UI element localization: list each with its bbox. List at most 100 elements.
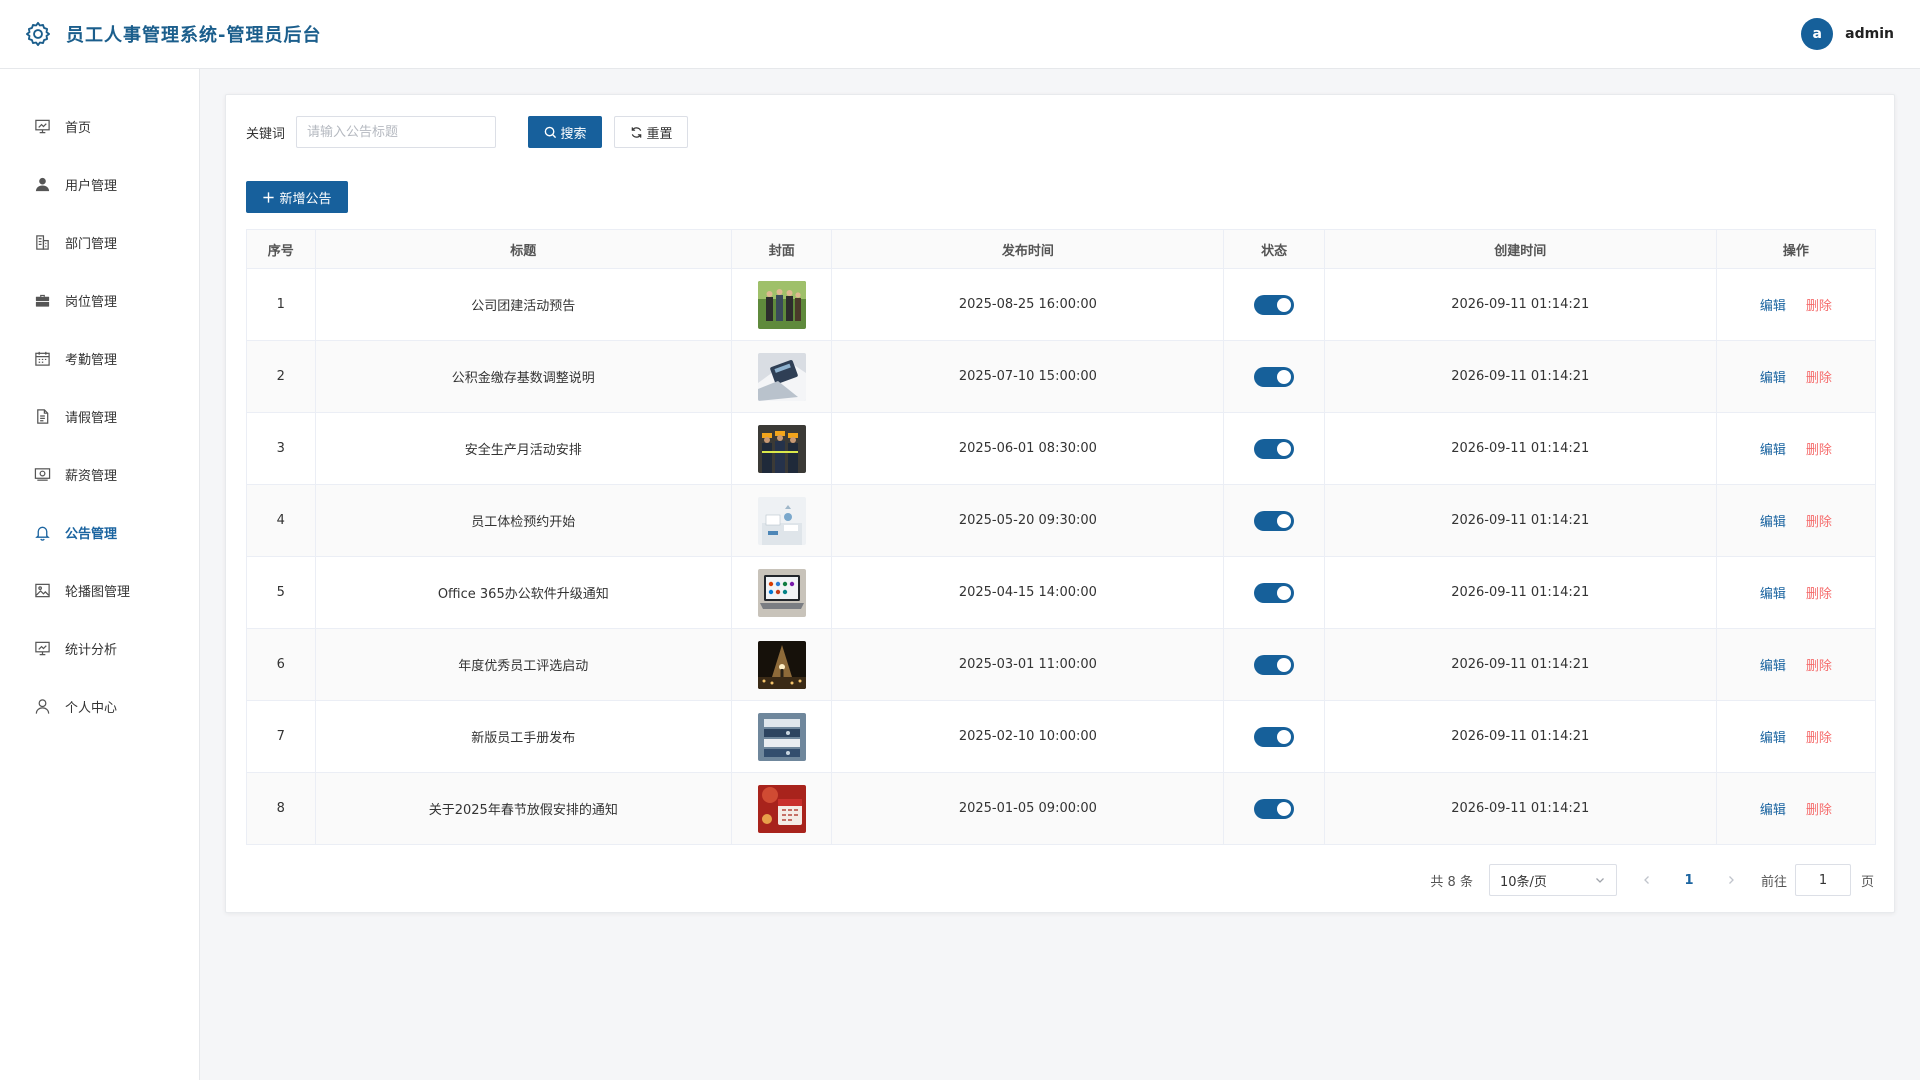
refresh-icon [631, 126, 641, 138]
table-row: 3 安全生产月活动安排 2025-06-01 08:30:00 2026-09-… [246, 412, 1877, 485]
status-toggle[interactable] [1254, 294, 1295, 315]
edit-link[interactable]: 编辑 [1760, 367, 1786, 386]
cell-index: 3 [246, 412, 316, 485]
sidebar-item-label: 公告管理 [65, 526, 118, 542]
status-toggle[interactable] [1254, 654, 1295, 675]
money-icon [34, 467, 51, 481]
edit-link[interactable]: 编辑 [1760, 511, 1786, 530]
calendar-icon [35, 351, 50, 366]
cover-image[interactable] [757, 784, 806, 833]
table-row: 1 公司团建活动预告 2025-08-25 16:00:00 2026-09-1… [246, 268, 1877, 341]
sidebar-item-carousel[interactable]: 轮播图管理 [0, 561, 199, 619]
plus-icon [263, 191, 275, 203]
edit-link[interactable]: 编辑 [1760, 799, 1786, 818]
user-menu[interactable]: a admin [1801, 18, 1894, 50]
delete-link[interactable]: 删除 [1806, 799, 1832, 818]
document-icon [37, 408, 49, 424]
cover-image[interactable] [757, 352, 806, 401]
sidebar-item-home[interactable]: 首页 [0, 97, 199, 155]
reset-button[interactable]: 重置 [614, 116, 689, 148]
top-header: 员工人事管理系统-管理员后台 a admin [0, 0, 1920, 69]
building-icon [36, 234, 49, 250]
sidebar-item-positions[interactable]: 岗位管理 [0, 271, 199, 329]
delete-link[interactable]: 删除 [1806, 727, 1832, 746]
sidebar-item-departments[interactable]: 部门管理 [0, 213, 199, 271]
username[interactable]: admin [1845, 26, 1894, 42]
sidebar-item-salary[interactable]: 薪资管理 [0, 445, 199, 503]
cell-title: Office 365办公软件升级通知 [314, 556, 733, 629]
cell-publish-time: 2025-06-01 08:30:00 [831, 412, 1225, 485]
sidebar-item-profile[interactable]: 个人中心 [0, 677, 199, 735]
cover-image[interactable] [757, 280, 806, 329]
presentation-icon [35, 641, 50, 655]
col-cover: 封面 [730, 229, 833, 269]
dashboard-icon [35, 119, 50, 133]
edit-link[interactable]: 编辑 [1760, 727, 1786, 746]
keyword-label: 关键词 [246, 126, 286, 142]
sidebar: 首页 用户管理 部门管理 岗位管理 考勤管理 请假管理 薪资管理 公告管理 轮播… [0, 69, 200, 1080]
goto-label: 前往 [1760, 874, 1787, 890]
cell-created-time: 2026-09-11 01:14:21 [1323, 340, 1717, 413]
delete-link[interactable]: 删除 [1806, 439, 1832, 458]
user-icon [35, 177, 50, 191]
keyword-input[interactable] [296, 116, 497, 148]
search-button[interactable]: 搜索 [528, 116, 603, 148]
delete-link[interactable]: 删除 [1806, 511, 1832, 530]
cover-image[interactable] [757, 712, 806, 761]
page-unit-label: 页 [1860, 874, 1874, 890]
total-count: 共 8 条 [1430, 874, 1473, 890]
status-toggle[interactable] [1254, 582, 1295, 603]
cover-image[interactable] [757, 496, 806, 545]
search-bar: 关键词 搜索 重置 [246, 116, 689, 148]
status-toggle[interactable] [1254, 726, 1295, 747]
edit-link[interactable]: 编辑 [1760, 583, 1786, 602]
status-toggle[interactable] [1254, 438, 1295, 459]
bell-icon [35, 526, 50, 541]
add-announcement-button[interactable]: 新增公告 [246, 181, 348, 213]
page-size-select[interactable]: 10条/页 [1488, 864, 1617, 896]
sidebar-item-attendance[interactable]: 考勤管理 [0, 329, 199, 387]
cover-image[interactable] [757, 568, 806, 617]
cell-publish-time: 2025-03-01 11:00:00 [831, 628, 1225, 701]
table-row: 7 新版员工手册发布 2025-02-10 10:00:00 2026-09-1… [246, 700, 1877, 773]
edit-link[interactable]: 编辑 [1760, 655, 1786, 674]
cover-image[interactable] [757, 424, 806, 473]
cell-title: 新版员工手册发布 [314, 700, 733, 773]
sidebar-item-users[interactable]: 用户管理 [0, 155, 199, 213]
cell-index: 6 [246, 628, 316, 701]
delete-link[interactable]: 删除 [1806, 367, 1832, 386]
col-title: 标题 [314, 229, 733, 269]
prev-page-button[interactable] [1637, 870, 1657, 890]
goto-page-input[interactable] [1794, 864, 1851, 896]
edit-link[interactable]: 编辑 [1760, 439, 1786, 458]
search-icon [544, 126, 556, 138]
delete-link[interactable]: 删除 [1806, 295, 1832, 314]
col-actions: 操作 [1715, 229, 1877, 269]
person-icon [35, 698, 50, 714]
status-toggle[interactable] [1254, 510, 1295, 531]
cell-index: 1 [246, 268, 316, 341]
edit-link[interactable]: 编辑 [1760, 295, 1786, 314]
cell-index: 4 [246, 484, 316, 557]
cell-publish-time: 2025-08-25 16:00:00 [831, 268, 1225, 341]
cover-image[interactable] [757, 640, 806, 689]
page-number[interactable]: 1 [1677, 873, 1701, 888]
sidebar-item-statistics[interactable]: 统计分析 [0, 619, 199, 677]
cell-created-time: 2026-09-11 01:14:21 [1323, 412, 1717, 485]
cell-created-time: 2026-09-11 01:14:21 [1323, 484, 1717, 557]
cell-publish-time: 2025-01-05 09:00:00 [831, 772, 1225, 845]
sidebar-item-announcements[interactable]: 公告管理 [0, 503, 199, 561]
next-page-button[interactable] [1721, 870, 1741, 890]
delete-link[interactable]: 删除 [1806, 583, 1832, 602]
delete-link[interactable]: 删除 [1806, 655, 1832, 674]
sidebar-item-label: 考勤管理 [65, 352, 118, 368]
chevron-right-icon [1729, 876, 1734, 884]
avatar[interactable]: a [1801, 18, 1834, 50]
pagination: 共 8 条 10条/页 1 前往 页 [1430, 864, 1874, 896]
status-toggle[interactable] [1254, 798, 1295, 819]
cell-title: 公积金缴存基数调整说明 [314, 340, 733, 413]
status-toggle[interactable] [1254, 366, 1295, 387]
chevron-left-icon [1644, 876, 1649, 884]
sidebar-item-leave[interactable]: 请假管理 [0, 387, 199, 445]
sidebar-item-label: 部门管理 [65, 236, 118, 252]
